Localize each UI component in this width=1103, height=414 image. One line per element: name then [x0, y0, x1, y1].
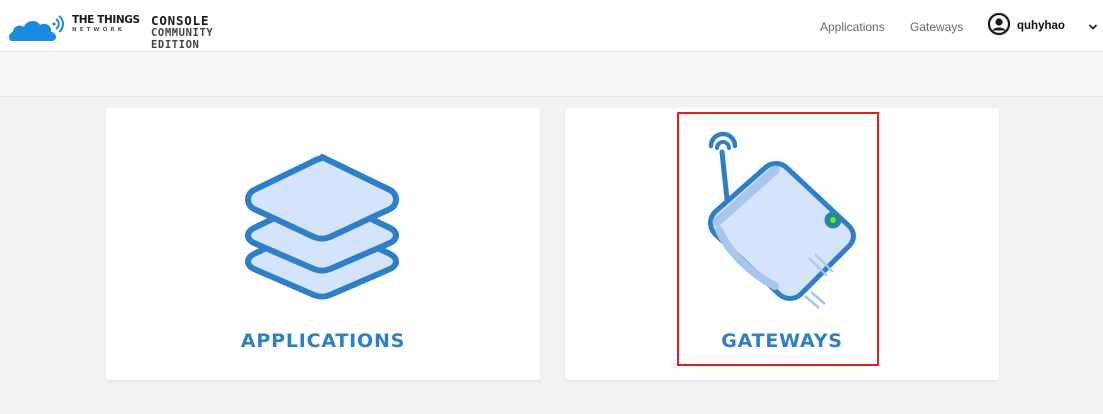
brand-name: THE THINGS — [72, 14, 140, 26]
nav-link-gateways[interactable]: Gateways — [910, 20, 963, 34]
console-edition: COMMUNITY EDITION — [151, 27, 214, 51]
gateways-card-label: GATEWAYS — [721, 330, 843, 352]
user-menu[interactable]: quhyhao — [988, 12, 1098, 40]
breadcrumb-bar — [0, 52, 1103, 97]
applications-card-label: APPLICATIONS — [240, 330, 406, 352]
gateway-device-icon — [708, 131, 856, 309]
gateways-card[interactable]: GATEWAYS — [565, 108, 999, 380]
ttn-logo[interactable]: THE THINGS NETWORK CONSOLE COMMUNITY EDI… — [8, 13, 213, 51]
console-title: CONSOLE — [151, 13, 210, 28]
brand-wordmark: THE THINGS NETWORK — [72, 14, 144, 34]
brand-subtitle: NETWORK — [72, 27, 126, 33]
cloud-logo-icon — [9, 15, 64, 41]
stacked-layers-icon — [245, 154, 399, 300]
username: quhyhao — [1017, 20, 1065, 32]
applications-card[interactable]: APPLICATIONS — [106, 108, 540, 380]
top-navigation-bar: THE THINGS NETWORK CONSOLE COMMUNITY EDI… — [0, 0, 1103, 52]
chevron-down-icon[interactable] — [1088, 23, 1098, 31]
console-title-block: CONSOLE COMMUNITY EDITION — [151, 14, 213, 51]
nav-link-applications[interactable]: Applications — [820, 20, 885, 34]
avatar — [988, 13, 1010, 35]
